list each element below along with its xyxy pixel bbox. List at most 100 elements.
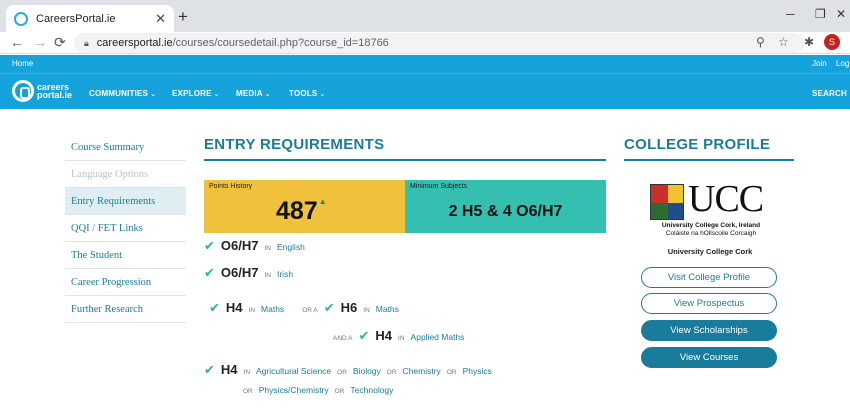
subject-link-maths-alt[interactable]: Maths: [376, 304, 399, 314]
logo-text-line2: portal.ie: [37, 90, 73, 100]
in-label: IN: [398, 335, 405, 342]
course-sidebar: Course Summary Language Options Entry Re…: [65, 134, 186, 323]
subject-link-technology[interactable]: Technology: [350, 385, 393, 395]
reload-icon[interactable]: ⟳: [54, 34, 66, 51]
restore-icon[interactable]: ❐: [815, 7, 826, 21]
visit-college-profile-button[interactable]: Visit College Profile: [641, 267, 777, 288]
college-profile-heading: COLLEGE PROFILE: [624, 136, 771, 153]
subject-link-physics[interactable]: Physics: [463, 366, 492, 376]
trend-up-icon: ▲: [318, 197, 327, 206]
nav-search-label: SEARCH: [812, 89, 847, 98]
window-close-icon[interactable]: ✕: [836, 7, 846, 21]
requirement-grade: O6/H7: [220, 265, 259, 280]
nav-communities-label: COMMUNITIES: [89, 89, 149, 98]
heading-underline: [204, 159, 606, 161]
forward-icon[interactable]: →: [33, 34, 47, 50]
subject-link-agricultural-science[interactable]: Agricultural Science: [256, 366, 331, 376]
subject-link-english[interactable]: English: [277, 242, 305, 252]
chevron-down-icon: ⌄: [319, 91, 326, 98]
sidebar-item-the-student[interactable]: The Student: [65, 242, 186, 269]
sidebar-item-course-summary[interactable]: Course Summary: [65, 134, 186, 161]
nav-explore[interactable]: EXPLORE ⌄: [172, 89, 220, 98]
sidebar-item-further-research[interactable]: Further Research: [65, 296, 186, 323]
nav-search[interactable]: SEARCH: [812, 89, 847, 98]
points-value: 487: [276, 197, 318, 225]
tab-close-icon[interactable]: ✕: [155, 11, 166, 27]
sidebar-item-entry-requirements[interactable]: Entry Requirements: [65, 188, 186, 215]
college-name: University College Cork: [667, 247, 753, 256]
back-icon[interactable]: ←: [10, 34, 24, 50]
or-label: OR: [334, 388, 345, 395]
checkmark-icon: ✔: [204, 238, 215, 253]
browser-tab[interactable]: CareersPortal.ie ✕: [6, 5, 174, 32]
in-label: IN: [264, 245, 271, 252]
requirement-grade: O6/H7: [220, 238, 259, 253]
in-label: IN: [363, 307, 370, 314]
subject-link-physics-chemistry[interactable]: Physics/Chemistry: [259, 385, 329, 395]
chevron-down-icon: ⌄: [213, 91, 220, 98]
points-history-label: Points History: [209, 183, 253, 190]
in-label: IN: [264, 272, 271, 279]
requirement-irish: ✔ O6/H7 IN Irish: [204, 265, 293, 281]
site-main-nav: careers portal.ie COMMUNITIES ⌄ EXPLORE ⌄ …: [0, 73, 850, 109]
home-link[interactable]: Home: [12, 59, 33, 68]
nav-media[interactable]: MEDIA ⌄: [236, 89, 271, 98]
careersportal-logo-icon: [12, 80, 34, 102]
address-bar-row: ← → ⟳ 🔒︎ careersportal.ie/courses/course…: [0, 32, 850, 54]
subject-link-maths[interactable]: Maths: [261, 304, 284, 314]
or-label: OR: [337, 369, 347, 376]
url-field[interactable]: 🔒︎ careersportal.ie/courses/coursedetail…: [74, 33, 804, 53]
requirement-grade-alt: H6: [340, 300, 358, 315]
site-favicon-icon: [14, 11, 28, 26]
minimum-subjects-value: 2 H5 & 4 O6/H7: [448, 203, 563, 220]
nav-communities[interactable]: COMMUNITIES ⌄: [89, 89, 156, 98]
minimum-subjects-box: Minimum Subjects 2 H5 & 4 O6/H7: [405, 180, 606, 233]
requirement-english: ✔ O6/H7 IN English: [204, 238, 305, 254]
view-scholarships-button[interactable]: View Scholarships: [641, 320, 777, 341]
ucc-crest-icon: [650, 184, 684, 220]
join-link[interactable]: Join: [812, 59, 827, 68]
entry-requirements-heading: ENTRY REQUIREMENTS: [204, 136, 385, 153]
requirement-grade: H4: [220, 362, 238, 377]
tab-title: CareersPortal.ie: [36, 12, 116, 25]
points-history-box[interactable]: Points History 487▲: [204, 180, 405, 233]
lock-icon: 🔒︎: [84, 37, 89, 48]
in-label: IN: [243, 369, 251, 376]
careersportal-logo[interactable]: careers portal.ie: [12, 80, 72, 102]
zoom-icon[interactable]: ⚲: [756, 35, 765, 49]
subject-link-applied-maths[interactable]: Applied Maths: [411, 332, 465, 342]
subject-link-chemistry[interactable]: Chemistry: [403, 366, 441, 376]
or-label: OR: [386, 369, 397, 376]
minimize-icon[interactable]: ─: [786, 7, 795, 21]
requirement-grade: H4: [225, 300, 243, 315]
login-link[interactable]: Log: [836, 59, 849, 68]
requirement-science-cont: OR Physics/Chemistry OR Technology: [243, 385, 393, 395]
site-top-strip: Home Join Log: [0, 55, 850, 73]
requirement-maths: ✔ H4 IN Maths OR A ✔ H6 IN Maths: [209, 300, 399, 316]
bookmark-star-icon[interactable]: ☆: [778, 35, 789, 49]
view-courses-button[interactable]: View Courses: [641, 347, 777, 368]
checkmark-icon: ✔: [204, 265, 215, 280]
subject-link-biology[interactable]: Biology: [353, 366, 381, 376]
nav-tools[interactable]: TOOLS ⌄: [289, 89, 326, 98]
checkmark-icon: ✔: [209, 300, 220, 315]
in-label: IN: [248, 307, 256, 314]
or-a-label: OR A: [302, 307, 318, 314]
sidebar-item-career-progression[interactable]: Career Progression: [65, 269, 186, 296]
checkmark-icon: ✔: [358, 328, 370, 343]
nav-media-label: MEDIA: [236, 89, 263, 98]
profile-avatar[interactable]: S: [824, 34, 840, 50]
sidebar-item-qqi-fet-links[interactable]: QQI / FET Links: [65, 215, 186, 242]
subject-link-irish[interactable]: Irish: [277, 269, 293, 279]
chevron-down-icon: ⌄: [264, 91, 271, 98]
requirement-grade: H4: [375, 328, 393, 343]
and-a-label: AND A: [333, 335, 353, 342]
heading-underline: [624, 159, 794, 161]
nav-tools-label: TOOLS: [289, 89, 318, 98]
checkmark-icon: ✔: [204, 362, 215, 377]
chevron-down-icon: ⌄: [150, 91, 157, 98]
view-prospectus-button[interactable]: View Prospectus: [641, 293, 777, 314]
extensions-icon[interactable]: ✱: [804, 35, 814, 49]
or-label: OR: [243, 388, 253, 395]
new-tab-icon[interactable]: +: [178, 7, 188, 27]
